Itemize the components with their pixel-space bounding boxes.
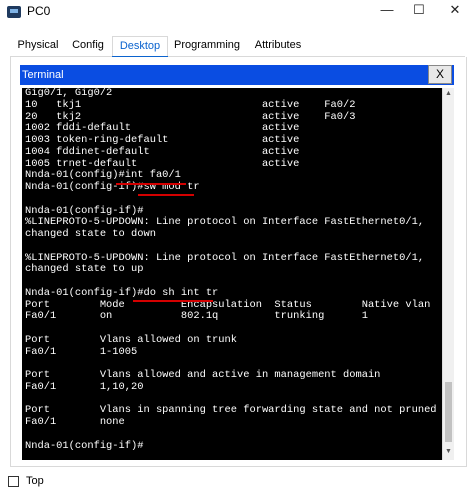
console-output[interactable]: Gig0/1, Gig0/2 10 tkj1 active Fa0/2 20 tkj… [25,88,437,452]
console-line: Gig0/1, Gig0/2 [25,88,113,99]
annotation-underline-sw-mod-tr [138,194,194,196]
terminal-close-button[interactable]: X [428,65,452,84]
tab-attributes[interactable]: Attributes [246,36,310,55]
console-line: Fa0/1 1,10,20 [25,380,144,393]
tab-desktop[interactable]: Desktop [112,36,168,59]
scroll-thumb[interactable] [445,382,452,442]
console-line: changed state to down [25,228,156,240]
console-line: Fa0/1 1-1005 [25,345,138,358]
scroll-down-icon[interactable]: ▼ [443,446,454,458]
top-checkbox[interactable] [8,476,19,487]
console-line: Port Vlans allowed and active in managem… [25,369,381,381]
maximize-button[interactable]: ☐ [404,0,434,22]
console-line: 1003 token-ring-default active [25,134,300,146]
scroll-up-icon[interactable]: ▲ [443,88,454,100]
console-line: Fa0/1 on 802.1q trunking 1 [25,310,368,323]
close-button[interactable]: ✕ [440,0,470,22]
console-line: Nnda-01(config-if)# [25,439,144,452]
window-title: PC0 [27,4,51,18]
terminal-title: Terminal [22,69,64,81]
annotation-underline-do-sh-int-tr [133,300,213,302]
tab-physical[interactable]: Physical [12,36,64,55]
terminal-console[interactable]: Gig0/1, Gig0/2 10 tkj1 active Fa0/2 20 tkj… [22,88,442,460]
console-line: 1004 fddinet-default active [25,145,300,158]
annotation-underline-int-fa0-1 [116,183,186,185]
minimize-button[interactable]: — [372,0,402,22]
top-label: Top [26,475,44,487]
window-titlebar: PC0 — ☐ ✕ [0,0,474,26]
console-line: Nnda-01(config-if)#do sh int tr [25,286,219,299]
tab-config[interactable]: Config [66,36,110,55]
terminal-titlebar: Terminal [20,65,454,85]
console-line: 10 tkj1 active Fa0/2 [25,98,356,111]
terminal-scrollbar[interactable]: ▲ ▼ [442,88,454,460]
console-line: Fa0/1 none [25,416,125,428]
console-line: Nnda-01(config-if)#sw mod tr [25,181,200,193]
device-tabs: Physical Config Desktop Programming Attr… [10,36,465,59]
packet-tracer-pc-icon [7,6,21,18]
console-line: Port Vlans allowed on trunk [25,333,238,346]
top-toggle[interactable]: Top [8,475,88,490]
tab-programming[interactable]: Programming [170,36,244,55]
console-line: changed state to up [25,263,144,276]
